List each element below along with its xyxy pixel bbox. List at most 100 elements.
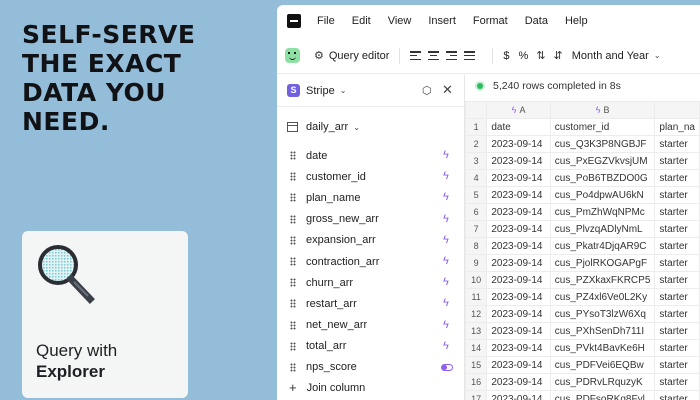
bolt-icon[interactable]: ϟ <box>443 297 449 309</box>
drag-handle-icon[interactable] <box>290 172 296 182</box>
bolt-icon[interactable]: ϟ <box>443 170 449 182</box>
table-cell[interactable]: cus_PXhSenDh711I <box>549 322 656 340</box>
table-cell[interactable]: starter <box>654 373 700 391</box>
menu-data[interactable]: Data <box>525 15 548 27</box>
row-number[interactable]: 15 <box>465 356 488 374</box>
menu-format[interactable]: Format <box>473 15 508 27</box>
row-number[interactable]: 12 <box>465 305 488 323</box>
drag-handle-icon[interactable] <box>290 341 296 351</box>
table-cell[interactable]: 2023-09-14 <box>486 322 551 340</box>
table-cell[interactable]: 2023-09-14 <box>486 271 551 289</box>
table-cell[interactable]: cus_PxEGZVkvsjUM <box>549 152 656 170</box>
row-number[interactable]: 11 <box>465 288 488 306</box>
column-item-date[interactable]: date ϟ <box>277 145 465 166</box>
table-cell[interactable]: cus_PjolRKOGAPgF <box>549 254 656 272</box>
bolt-icon[interactable]: ϟ <box>443 234 449 246</box>
column-item-nps-score[interactable]: nps_score <box>277 357 465 378</box>
bolt-icon[interactable]: ϟ <box>443 319 449 331</box>
table-cell[interactable]: starter <box>654 135 700 153</box>
corner-cell[interactable] <box>465 101 488 119</box>
table-cell[interactable]: 2023-09-14 <box>486 254 551 272</box>
table-cell[interactable]: 2023-09-14 <box>486 356 551 374</box>
row-number[interactable]: 4 <box>465 169 488 187</box>
table-cell[interactable]: 2023-09-14 <box>486 305 551 323</box>
table-cell[interactable]: 2023-09-14 <box>486 339 551 357</box>
drag-handle-icon[interactable] <box>290 151 296 161</box>
table-cell[interactable]: 2023-09-14 <box>486 237 551 255</box>
explorer-card[interactable]: Query with Explorer <box>22 231 188 398</box>
row-number[interactable]: 10 <box>465 271 488 289</box>
align-right-icon[interactable] <box>446 51 458 60</box>
smiley-icon[interactable] <box>285 48 300 63</box>
table-cell[interactable]: 2023-09-14 <box>486 135 551 153</box>
table-cell[interactable]: starter <box>654 339 700 357</box>
bolt-icon[interactable]: ϟ <box>443 191 449 203</box>
table-cell[interactable]: cus_Po4dpwAU6kN <box>549 186 656 204</box>
menu-edit[interactable]: Edit <box>352 15 371 27</box>
table-cell[interactable]: cus_PoB6TBZDO0G <box>549 169 656 187</box>
decimal-increase-icon[interactable]: ⇵ <box>554 49 563 62</box>
bolt-icon[interactable]: ϟ <box>443 276 449 288</box>
table-cell[interactable]: 2023-09-14 <box>486 203 551 221</box>
table-cell[interactable]: starter <box>654 356 700 374</box>
column-header-b[interactable]: ϟB <box>549 101 656 119</box>
table-cell[interactable]: starter <box>654 322 700 340</box>
align-left-icon[interactable] <box>410 51 422 60</box>
column-item-customer-id[interactable]: customer_id ϟ <box>277 166 465 187</box>
currency-button[interactable]: $ <box>503 50 509 62</box>
table-cell[interactable]: cus_PmZhWqNPMc <box>549 203 656 221</box>
column-header-a[interactable]: ϟA <box>486 101 551 119</box>
table-cell[interactable]: starter <box>654 237 700 255</box>
menu-file[interactable]: File <box>317 15 335 27</box>
table-cell[interactable]: starter <box>654 186 700 204</box>
table-cell[interactable]: 2023-09-14 <box>486 288 551 306</box>
table-cell[interactable]: starter <box>654 220 700 238</box>
drag-handle-icon[interactable] <box>290 278 296 288</box>
menu-view[interactable]: View <box>388 15 412 27</box>
drag-handle-icon[interactable] <box>290 362 296 372</box>
table-cell[interactable]: cus_Pkatr4DjqAR9C <box>549 237 656 255</box>
column-item-contraction-arr[interactable]: contraction_arr ϟ <box>277 251 465 272</box>
bolt-icon[interactable]: ϟ <box>443 255 449 267</box>
row-number[interactable]: 17 <box>465 390 488 400</box>
column-item-gross-new-arr[interactable]: gross_new_arr ϟ <box>277 209 465 230</box>
drag-handle-icon[interactable] <box>290 193 296 203</box>
row-number[interactable]: 14 <box>465 339 488 357</box>
bolt-icon[interactable]: ϟ <box>443 340 449 352</box>
menu-insert[interactable]: Insert <box>428 15 456 27</box>
table-cell[interactable]: 2023-09-14 <box>486 152 551 170</box>
drag-handle-icon[interactable] <box>290 320 296 330</box>
table-cell[interactable]: starter <box>654 254 700 272</box>
row-number[interactable]: 6 <box>465 203 488 221</box>
app-logo-icon[interactable] <box>287 14 301 28</box>
table-cell[interactable]: cus_PZ4xl6Ve0L2Ky <box>549 288 656 306</box>
column-item-restart-arr[interactable]: restart_arr ϟ <box>277 293 465 314</box>
column-item-churn-arr[interactable]: churn_arr ϟ <box>277 272 465 293</box>
query-editor-button[interactable]: ⚙ Query editor <box>314 49 389 62</box>
drag-handle-icon[interactable] <box>290 257 296 267</box>
cube-icon[interactable]: ⬡ <box>422 84 432 97</box>
table-cell[interactable]: cus_PlvzqADlyNmL <box>549 220 656 238</box>
close-icon[interactable]: ✕ <box>442 82 453 98</box>
table-cell[interactable]: cus_PZXkaxFKRCP5 <box>549 271 656 289</box>
align-center-icon[interactable] <box>428 51 440 60</box>
column-header-c[interactable] <box>654 101 700 119</box>
row-number[interactable]: 8 <box>465 237 488 255</box>
table-cell[interactable]: 2023-09-14 <box>486 169 551 187</box>
column-item-plan-name[interactable]: plan_name ϟ <box>277 187 465 208</box>
row-number[interactable]: 9 <box>465 254 488 272</box>
table-cell[interactable]: starter <box>654 288 700 306</box>
row-number[interactable]: 2 <box>465 135 488 153</box>
source-selector[interactable]: S Stripe ⌄ <box>287 84 346 97</box>
bolt-icon[interactable]: ϟ <box>443 149 449 161</box>
percent-button[interactable]: % <box>519 50 529 62</box>
row-number[interactable]: 5 <box>465 186 488 204</box>
bolt-icon[interactable]: ϟ <box>443 213 449 225</box>
table-cell[interactable]: starter <box>654 390 700 400</box>
row-number[interactable]: 7 <box>465 220 488 238</box>
table-cell[interactable]: 2023-09-14 <box>486 390 551 400</box>
align-justify-icon[interactable] <box>464 51 476 60</box>
table-cell[interactable]: 2023-09-14 <box>486 186 551 204</box>
table-cell[interactable]: customer_id <box>549 118 656 136</box>
table-cell[interactable]: starter <box>654 203 700 221</box>
